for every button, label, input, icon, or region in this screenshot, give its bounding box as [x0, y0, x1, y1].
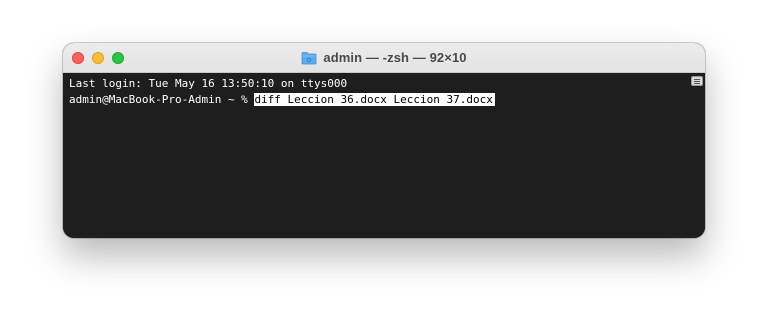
desktop-background: admin — -zsh — 92×10 Last login: Tue May… — [0, 0, 768, 320]
window-title: admin — -zsh — 92×10 — [323, 50, 467, 65]
scrollbar[interactable] — [689, 73, 705, 238]
selected-command[interactable]: diff Leccion 36.docx Leccion 37.docx — [254, 93, 495, 106]
terminal-window: admin — -zsh — 92×10 Last login: Tue May… — [63, 43, 705, 238]
close-button[interactable] — [72, 52, 84, 64]
last-login-line: Last login: Tue May 16 13:50:10 on ttys0… — [69, 77, 348, 90]
title-bar[interactable]: admin — -zsh — 92×10 — [63, 43, 705, 73]
prompt-line: admin@MacBook-Pro-Admin ~ % diff Leccion… — [69, 92, 689, 108]
title-area: admin — -zsh — 92×10 — [63, 43, 705, 72]
folder-icon — [301, 51, 317, 64]
split-pane-icon[interactable] — [691, 76, 703, 86]
minimize-button[interactable] — [92, 52, 104, 64]
zoom-button[interactable] — [112, 52, 124, 64]
shell-prompt: admin@MacBook-Pro-Admin ~ % — [69, 93, 255, 106]
terminal-content[interactable]: Last login: Tue May 16 13:50:10 on ttys0… — [63, 73, 689, 238]
